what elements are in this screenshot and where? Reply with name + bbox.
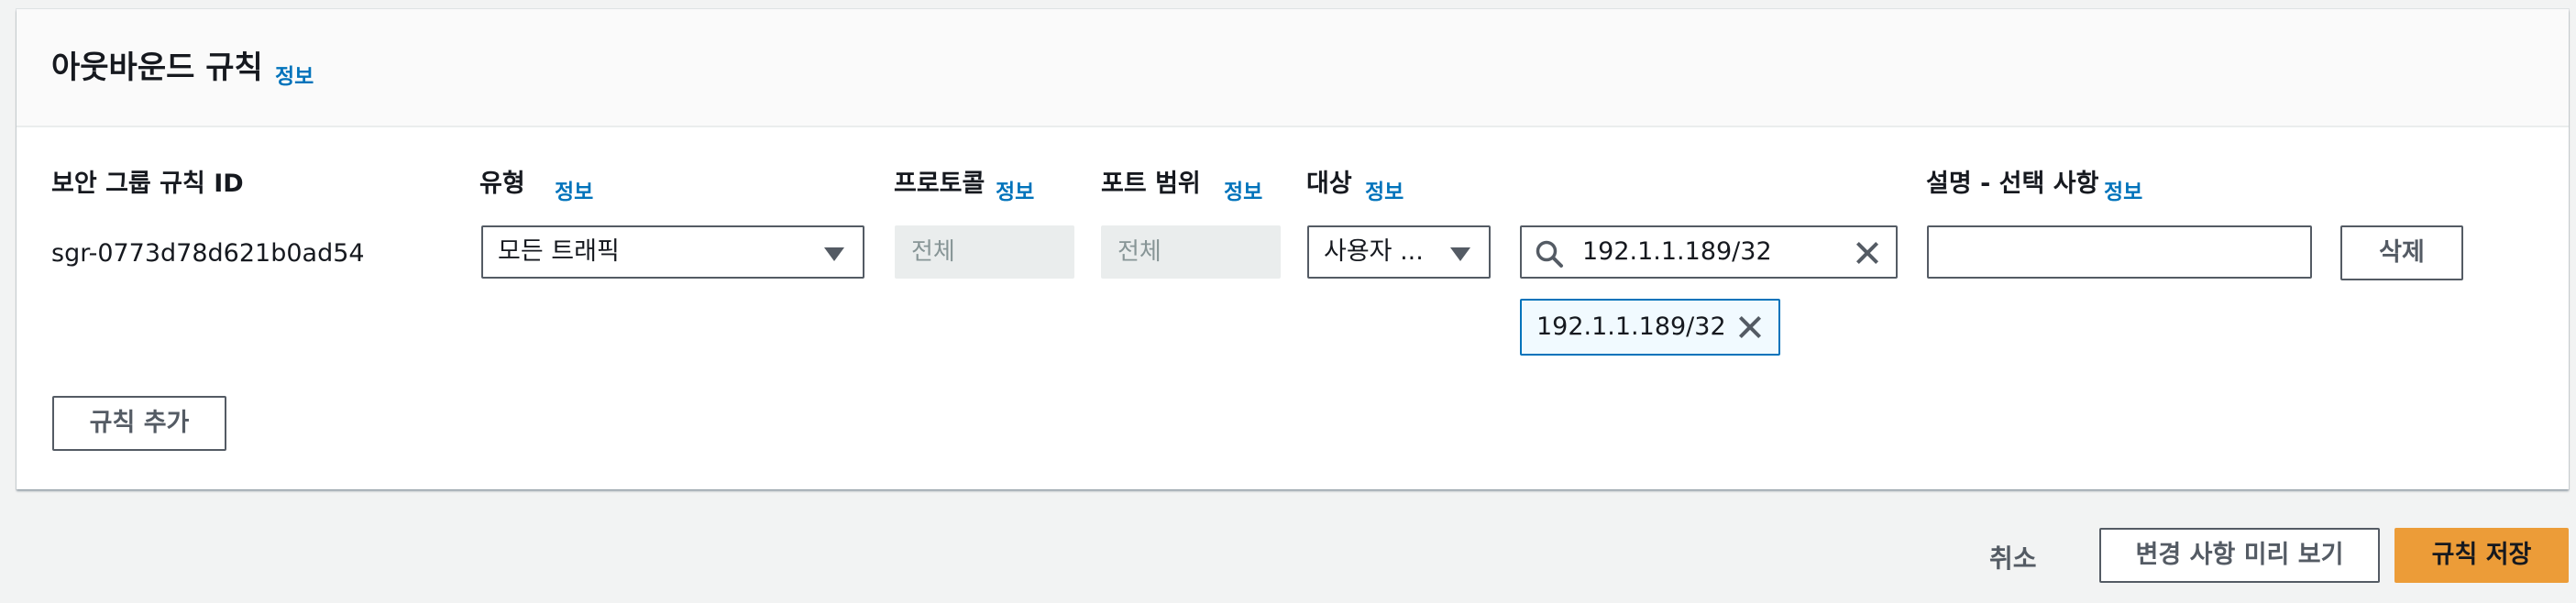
close-icon[interactable] <box>1855 241 1879 265</box>
destination-type-value: 사용자 ... <box>1324 237 1424 266</box>
destination-column-header: 대상 <box>1306 170 1352 198</box>
section-title: 아웃바운드 규칙 <box>51 49 263 86</box>
protocol-column-header: 프로토콜 <box>894 170 985 198</box>
outbound-rules-panel: 아웃바운드 규칙 정보 보안 그룹 규칙 ID 유형 정보 프로토콜 정보 포트… <box>17 9 2569 489</box>
destination-search-input[interactable]: 192.1.1.189/32 <box>1520 225 1898 279</box>
description-info-link[interactable]: 정보 <box>2104 174 2142 205</box>
type-column-header: 유형 <box>479 170 525 198</box>
protocol-value: 전체 <box>911 238 955 266</box>
destination-token-label: 192.1.1.189/32 <box>1536 312 1726 341</box>
type-info-link[interactable]: 정보 <box>555 174 593 205</box>
section-info-link[interactable]: 정보 <box>275 59 314 90</box>
port-range-info-link[interactable]: 정보 <box>1224 174 1262 205</box>
description-input[interactable] <box>1927 225 2312 279</box>
destination-info-link[interactable]: 정보 <box>1365 174 1404 205</box>
destination-type-select[interactable]: 사용자 ... <box>1307 225 1491 279</box>
save-rules-button[interactable]: 규칙 저장 <box>2394 528 2569 583</box>
description-value <box>1929 237 1943 266</box>
type-select[interactable]: 모든 트래픽 <box>481 225 864 279</box>
caret-down-icon <box>824 247 844 261</box>
description-column-header: 설명 - 선택 사항 <box>1926 170 2099 198</box>
caret-down-icon <box>1450 247 1470 261</box>
protocol-info-link[interactable]: 정보 <box>996 174 1034 205</box>
destination-token: 192.1.1.189/32 <box>1520 299 1780 356</box>
rule-id-value: sgr-0773d78d621b0ad54 <box>51 239 365 268</box>
add-rule-button[interactable]: 규칙 추가 <box>52 396 226 451</box>
close-icon[interactable] <box>1738 315 1762 339</box>
panel-header: 아웃바운드 규칙 정보 <box>17 9 2569 127</box>
port-range-field: 전체 <box>1101 225 1281 279</box>
protocol-field: 전체 <box>895 225 1074 279</box>
search-icon <box>1536 240 1563 268</box>
port-range-column-header: 포트 범위 <box>1101 170 1201 198</box>
cancel-button[interactable]: 취소 <box>1989 539 2037 576</box>
rule-id-column-header: 보안 그룹 규칙 ID <box>51 170 244 198</box>
preview-changes-button[interactable]: 변경 사항 미리 보기 <box>2099 528 2380 583</box>
port-range-value: 전체 <box>1117 238 1161 266</box>
delete-button[interactable]: 삭제 <box>2340 225 2463 280</box>
destination-search-value: 192.1.1.189/32 <box>1582 237 1772 266</box>
type-select-value: 모든 트래픽 <box>498 237 620 266</box>
